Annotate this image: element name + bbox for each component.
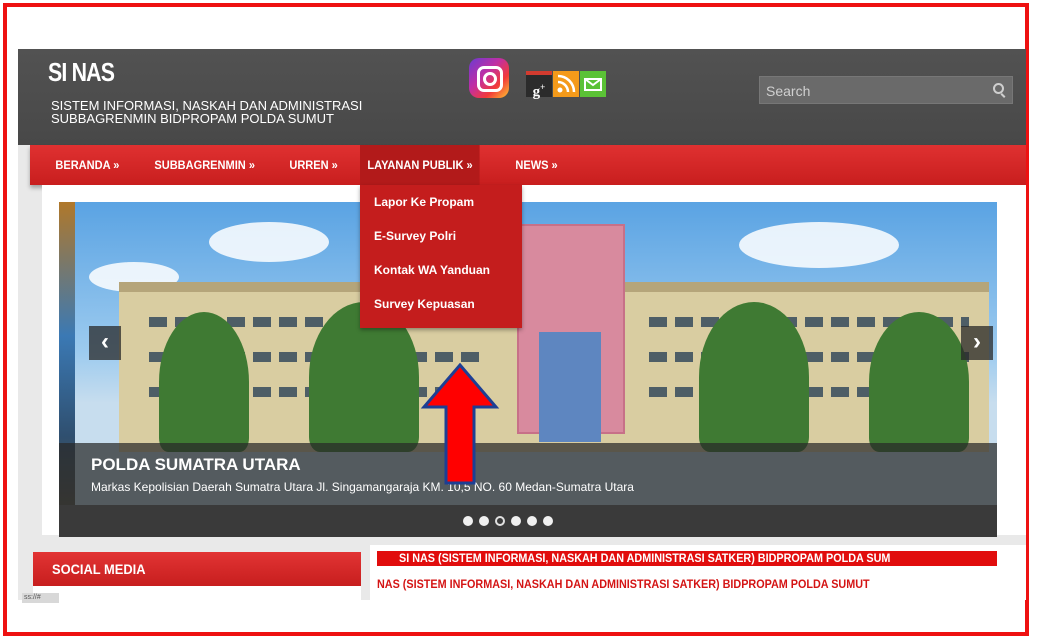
cloud-shape bbox=[209, 222, 329, 262]
dropdown-item-e-survey-polri[interactable]: E-Survey Polri bbox=[360, 219, 522, 253]
social-media-widget-body bbox=[33, 586, 361, 600]
site-subtitle: SISTEM INFORMASI, NASKAH DAN ADMINISTRAS… bbox=[51, 99, 411, 125]
slider-next-button[interactable]: › bbox=[961, 326, 993, 360]
mail-icon[interactable] bbox=[580, 71, 606, 97]
nav-layanan-publik[interactable]: LAYANAN PUBLIK » bbox=[360, 145, 481, 185]
search-icon[interactable] bbox=[993, 83, 1004, 94]
slider-pagination bbox=[59, 505, 997, 537]
layanan-publik-dropdown: Lapor Ke Propam E-Survey Polri Kontak WA… bbox=[360, 185, 522, 328]
slider-dot[interactable] bbox=[527, 516, 537, 526]
nav-subbagrenmin[interactable]: SUBBAGRENMIN » bbox=[147, 145, 262, 185]
nav-urren[interactable]: URREN » bbox=[282, 145, 345, 185]
website: SI NAS SISTEM INFORMASI, NASKAH DAN ADMI… bbox=[18, 49, 1026, 600]
main-nav: BERANDA » SUBBAGRENMIN » URREN » LAYANAN… bbox=[30, 145, 1026, 185]
news-ticker-text: SI NAS (SISTEM INFORMASI, NASKAH DAN ADM… bbox=[399, 551, 891, 565]
tower-glass bbox=[539, 332, 601, 442]
social-media-title: SOCIAL MEDIA bbox=[52, 561, 146, 577]
search-box bbox=[759, 76, 1013, 105]
dropdown-item-lapor-ke-propam[interactable]: Lapor Ke Propam bbox=[360, 185, 522, 219]
nav-news[interactable]: NEWS » bbox=[508, 145, 565, 185]
social-icons: g+ bbox=[469, 58, 629, 102]
news-headline[interactable]: NAS (SISTEM INFORMASI, NASKAH DAN ADMINI… bbox=[377, 577, 870, 591]
slider-dot[interactable] bbox=[511, 516, 521, 526]
dropdown-item-survey-kepuasan[interactable]: Survey Kepuasan bbox=[360, 287, 522, 321]
site-title[interactable]: SI NAS bbox=[48, 57, 115, 88]
site-header: SI NAS SISTEM INFORMASI, NASKAH DAN ADMI… bbox=[18, 49, 1026, 145]
slider-dot[interactable] bbox=[479, 516, 489, 526]
palm-tree bbox=[699, 302, 809, 452]
slider-prev-button[interactable]: ‹ bbox=[89, 326, 121, 360]
slider-dot[interactable] bbox=[495, 516, 505, 526]
image-slider: ‹ › POLDA SUMATRA UTARA Markas Kepolisia… bbox=[59, 202, 997, 537]
instagram-icon[interactable] bbox=[469, 58, 509, 98]
cloud-shape bbox=[739, 222, 899, 268]
palm-tree bbox=[159, 312, 249, 452]
search-input[interactable] bbox=[760, 77, 988, 105]
slide-caption-title: POLDA SUMATRA UTARA bbox=[91, 455, 301, 474]
slider-dot[interactable] bbox=[543, 516, 553, 526]
slide-caption: POLDA SUMATRA UTARA Markas Kepolisian Da… bbox=[59, 443, 997, 505]
site-subtitle-line2: SUBBAGRENMIN BIDPROPAM POLDA SUMUT bbox=[51, 111, 334, 126]
palm-tree bbox=[869, 312, 969, 452]
nav-beranda[interactable]: BERANDA » bbox=[48, 145, 127, 185]
google-plus-icon[interactable]: g+ bbox=[526, 71, 552, 100]
dropdown-item-kontak-wa-yanduan[interactable]: Kontak WA Yanduan bbox=[360, 253, 522, 287]
annotation-arrow-icon bbox=[420, 363, 500, 485]
slide-caption-text: Markas Kepolisian Daerah Sumatra Utara J… bbox=[91, 480, 634, 494]
social-media-widget-header: SOCIAL MEDIA bbox=[33, 552, 361, 586]
slider-dot[interactable] bbox=[463, 516, 473, 526]
news-ticker[interactable]: SI NAS (SISTEM INFORMASI, NASKAH DAN ADM… bbox=[377, 551, 997, 566]
rss-icon[interactable] bbox=[553, 71, 579, 97]
status-tooltip: ss://# bbox=[22, 593, 59, 603]
